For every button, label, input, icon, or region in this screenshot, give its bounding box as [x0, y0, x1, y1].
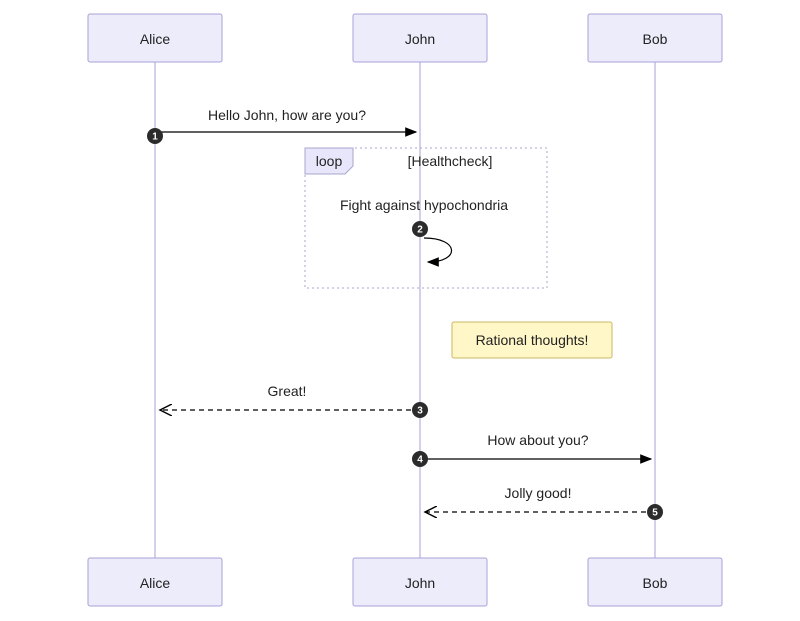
msg-4-label: How about you? — [487, 432, 588, 448]
participant-alice-label: Alice — [140, 31, 171, 47]
note-rational-thoughts: Rational thoughts! — [452, 322, 612, 358]
participant-john-top: John — [353, 14, 487, 62]
svg-text:3: 3 — [417, 406, 423, 417]
svg-text:Alice: Alice — [140, 575, 171, 591]
svg-text:5: 5 — [652, 508, 658, 519]
note-text: Rational thoughts! — [476, 332, 589, 348]
svg-text:4: 4 — [417, 455, 423, 466]
participant-bob-label: Bob — [643, 31, 668, 47]
svg-text:Bob: Bob — [643, 575, 668, 591]
participant-john-bottom: John — [353, 558, 487, 606]
svg-text:John: John — [405, 575, 435, 591]
msg-5-label: Jolly good! — [505, 485, 572, 501]
seq-badge-2: 2 — [412, 221, 428, 237]
msg-2-self-arrow — [424, 238, 452, 262]
loop-tag-label: loop — [316, 153, 343, 169]
participant-john-label: John — [405, 31, 435, 47]
participant-alice-top: Alice — [88, 14, 222, 62]
msg-2-label: Fight against hypochondria — [340, 197, 508, 213]
msg-3-label: Great! — [268, 383, 307, 399]
svg-text:2: 2 — [417, 225, 423, 236]
loop-condition-label: [Healthcheck] — [408, 153, 493, 169]
msg-1-label: Hello John, how are you? — [208, 107, 366, 123]
seq-badge-5: 5 — [647, 504, 663, 520]
seq-badge-1: 1 — [147, 128, 163, 144]
participant-bob-bottom: Bob — [588, 558, 722, 606]
svg-text:1: 1 — [152, 132, 158, 143]
sequence-diagram: Alice John Bob Hello John, how are you? … — [0, 0, 800, 621]
loop-tag: loop — [305, 148, 353, 174]
participant-bob-top: Bob — [588, 14, 722, 62]
seq-badge-4: 4 — [412, 451, 428, 467]
seq-badge-3: 3 — [412, 402, 428, 418]
participant-alice-bottom: Alice — [88, 558, 222, 606]
